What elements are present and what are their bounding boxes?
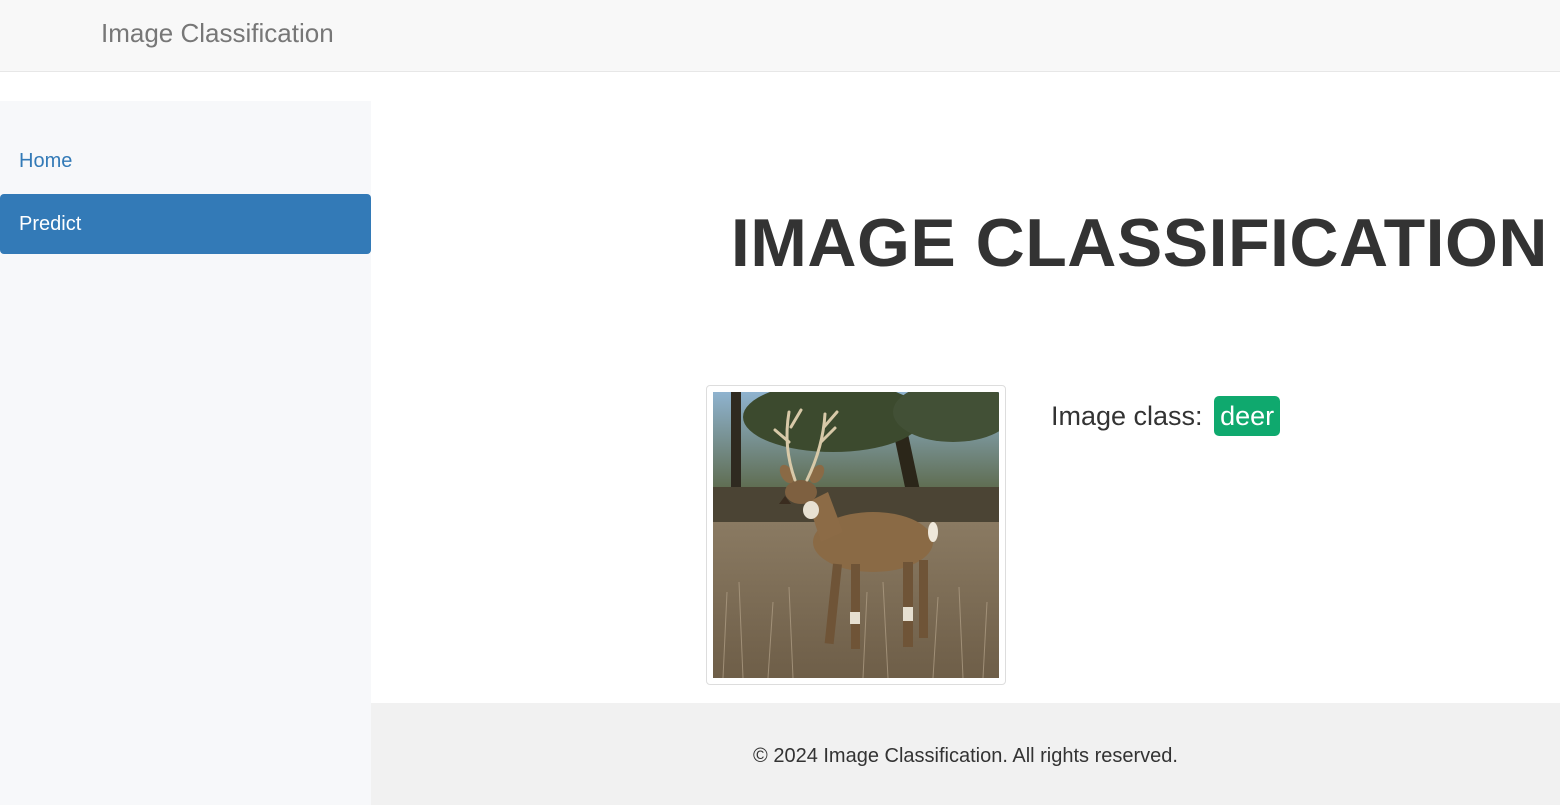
footer: © 2024 Image Classification. All rights … xyxy=(371,703,1560,805)
footer-copyright: © 2024 Image Classification. All rights … xyxy=(753,745,1178,767)
result-label: Image class: xyxy=(1051,400,1203,431)
deer-image xyxy=(713,392,999,678)
navbar-brand[interactable]: Image Classification xyxy=(101,17,334,49)
sidebar: Home Predict xyxy=(0,101,371,805)
page-title: IMAGE CLASSIFICATION xyxy=(730,205,1548,281)
top-navbar: Image Classification xyxy=(0,0,1560,72)
sidebar-item-predict[interactable]: Predict xyxy=(0,194,371,254)
main-content: IMAGE CLASSIFICATION Image class: deer xyxy=(371,72,1560,703)
uploaded-image-thumbnail xyxy=(706,385,1006,685)
prediction-result: Image class: deer xyxy=(1051,394,1281,436)
sidebar-item-home[interactable]: Home xyxy=(0,131,371,191)
class-badge: deer xyxy=(1214,395,1281,436)
